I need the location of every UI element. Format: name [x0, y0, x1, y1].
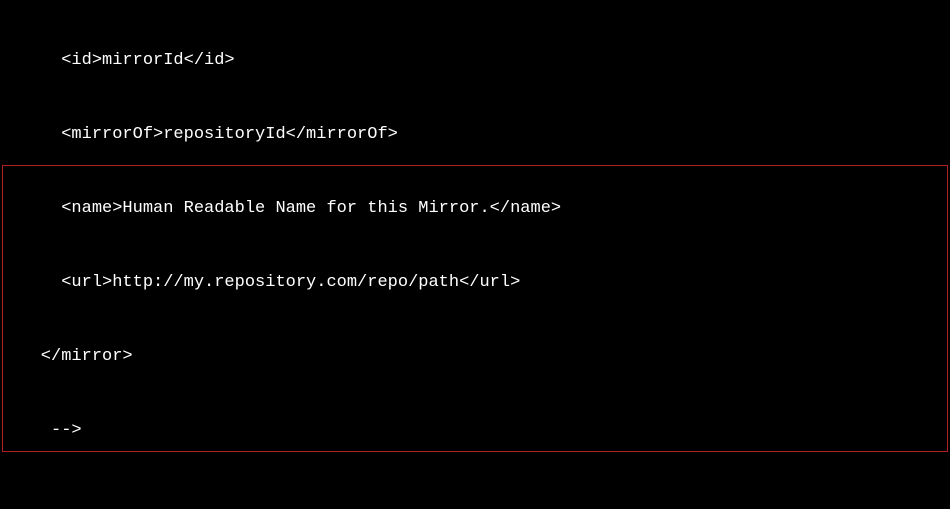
code-line: <id>mirrorId</id> [0, 49, 950, 74]
code-line: --> [0, 419, 950, 444]
terminal-viewport[interactable]: <id>mirrorId</id> <mirrorOf>repositoryId… [0, 0, 950, 509]
code-line: </mirror> [0, 345, 950, 370]
code-line: <name>Human Readable Name for this Mirro… [0, 197, 950, 222]
code-line: <url>http://my.repository.com/repo/path<… [0, 271, 950, 296]
code-line: <mirrorOf>repositoryId</mirrorOf> [0, 123, 950, 148]
